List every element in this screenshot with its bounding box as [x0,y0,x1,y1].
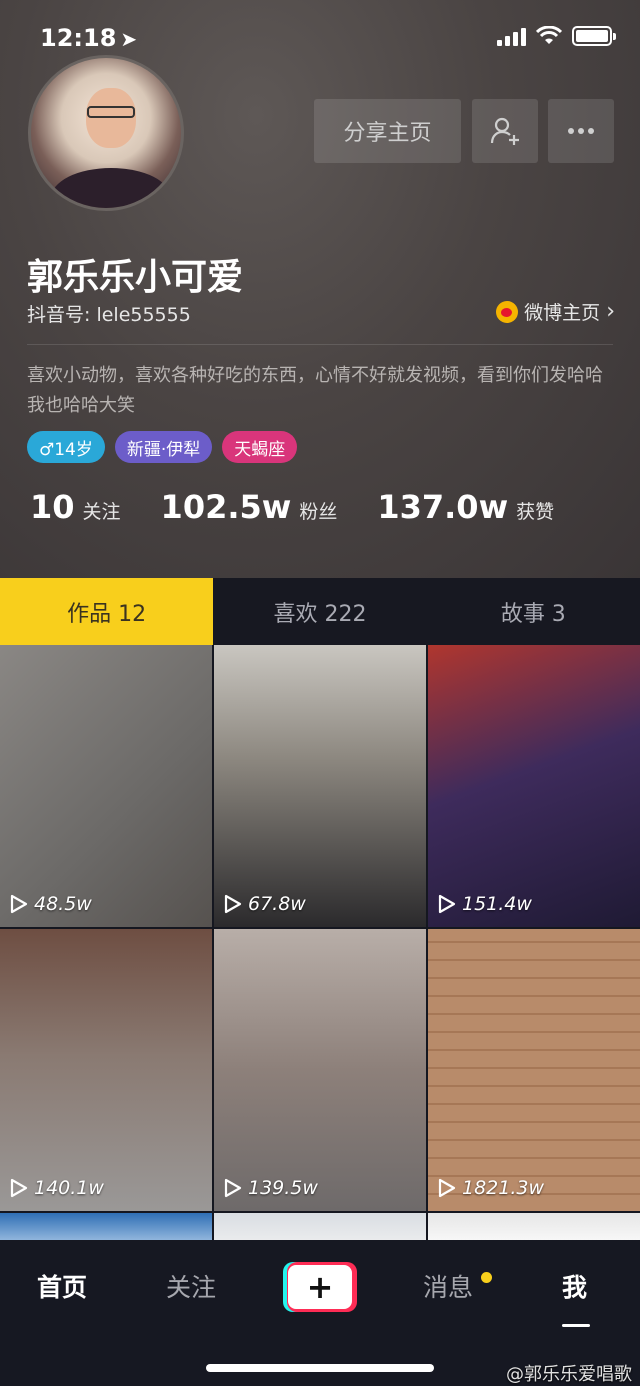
bottom-navigation: 首页 关注 + 消息 我 @郭乐乐爱唱歌 [0,1240,640,1386]
nav-me[interactable]: 我 [562,1268,587,1304]
content-tabs: 作品 12 喜欢 222 故事 3 [0,578,640,645]
video-thumbnail[interactable]: 48.5w [0,645,212,927]
play-count: 48.5w [10,893,92,915]
play-icon [10,894,28,914]
clock: 12:18 [40,24,117,52]
more-button[interactable] [548,99,614,163]
nav-home[interactable]: 首页 [37,1268,87,1304]
video-thumbnail[interactable]: 140.1w [0,929,212,1211]
bio: 喜欢小动物，喜欢各种好吃的东西，心情不好就发视频，看到你们发哈哈我也哈哈大笑 [27,365,603,416]
play-count-value: 67.8w [248,893,306,915]
add-friend-button[interactable] [472,99,538,163]
play-count: 1821.3w [438,1177,544,1199]
watermark: @郭乐乐爱唱歌 [506,1364,632,1385]
fans-stat[interactable]: 102.5w 粉丝 [161,488,338,526]
profile-tags: ♂14岁 新疆·伊犁 天蝎座 [27,431,298,463]
play-icon [438,1178,456,1198]
fans-count: 102.5w [160,488,292,526]
play-count-value: 1821.3w [462,1177,545,1199]
tab-likes[interactable]: 喜欢 222 [213,578,426,645]
play-count-value: 48.5w [34,893,92,915]
likes-label: 获赞 [516,501,555,523]
following-count: 10 [30,488,75,526]
likes-stat[interactable]: 137.0w 获赞 [377,488,554,526]
battery-icon [572,26,616,46]
signal-icon [497,26,526,46]
add-friend-icon [490,117,519,145]
gender-age-tag: ♂14岁 [27,431,105,463]
play-icon [224,1178,242,1198]
create-video-button[interactable]: + [283,1262,357,1312]
share-profile-button[interactable]: 分享主页 [314,99,461,163]
more-icon [568,128,594,134]
profile-stats: 10 关注 102.5w 粉丝 137.0w 获赞 [30,488,594,526]
divider [27,344,613,345]
tab-stories[interactable]: 故事 3 [427,578,640,645]
play-icon [10,1178,28,1198]
play-count-value: 139.5w [248,1177,318,1199]
location-tag: 新疆·伊犁 [114,431,213,463]
play-count-value: 140.1w [34,1177,104,1199]
zodiac-tag: 天蝎座 [222,431,298,463]
video-grid: 48.5w 67.8w 151.4w 140.1w 139.5w 1821.3w [0,645,640,1253]
nav-follow[interactable]: 关注 [166,1268,216,1304]
weibo-profile-link[interactable]: 微博主页 › [496,298,615,325]
play-icon [224,894,242,914]
weibo-icon [496,300,519,323]
active-tab-indicator [562,1324,590,1327]
nav-messages[interactable]: 消息 [423,1268,473,1304]
video-thumbnail[interactable]: 1821.3w [428,929,640,1211]
nickname: 郭乐乐小可爱 [27,257,244,298]
play-count: 139.5w [224,1177,318,1199]
wifi-icon [536,26,562,44]
fans-label: 粉丝 [299,501,338,523]
play-count: 67.8w [224,893,306,915]
video-thumbnail[interactable]: 151.4w [428,645,640,927]
tab-works[interactable]: 作品 12 [0,578,214,645]
video-thumbnail[interactable]: 139.5w [214,929,426,1211]
chevron-right-icon: › [606,299,615,324]
douyin-id: 抖音号: lele55555 [27,304,191,326]
play-icon [438,894,456,914]
notification-dot [481,1272,492,1283]
play-count: 151.4w [438,893,532,915]
likes-count: 137.0w [377,488,509,526]
location-arrow-icon: ➤ [120,27,138,51]
status-time: 12:18 ➤ [40,24,137,52]
following-label: 关注 [82,501,121,523]
weibo-link-label: 微博主页 [524,302,601,324]
play-count: 140.1w [10,1177,104,1199]
status-indicators [497,26,616,46]
plus-icon: + [288,1265,352,1309]
following-stat[interactable]: 10 关注 [30,488,121,526]
play-count-value: 151.4w [462,893,532,915]
avatar[interactable] [28,55,184,211]
video-thumbnail[interactable]: 67.8w [214,645,426,927]
home-indicator[interactable] [206,1364,434,1372]
